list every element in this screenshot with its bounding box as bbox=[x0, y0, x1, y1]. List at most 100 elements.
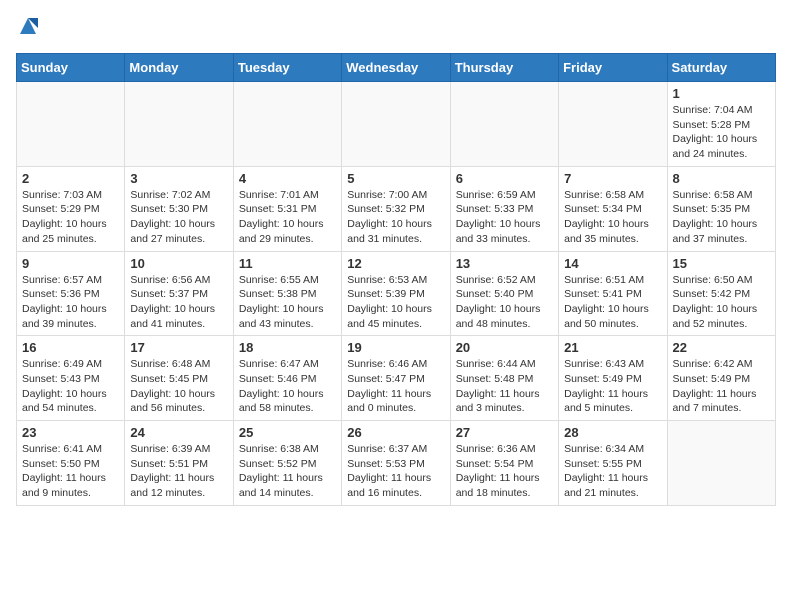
calendar-cell: 16 Sunrise: 6:49 AM Sunset: 5:43 PM Dayli… bbox=[17, 336, 125, 421]
calendar-cell: 28 Sunrise: 6:34 AM Sunset: 5:55 PM Dayli… bbox=[559, 421, 667, 506]
weekday-header-monday: Monday bbox=[125, 54, 233, 82]
day-number: 20 bbox=[456, 340, 553, 355]
calendar-cell: 6 Sunrise: 6:59 AM Sunset: 5:33 PM Daylig… bbox=[450, 166, 558, 251]
day-info: Sunrise: 6:42 AM Sunset: 5:49 PM Dayligh… bbox=[673, 357, 770, 416]
day-info: Sunrise: 6:46 AM Sunset: 5:47 PM Dayligh… bbox=[347, 357, 444, 416]
day-info: Sunrise: 7:04 AM Sunset: 5:28 PM Dayligh… bbox=[673, 103, 770, 162]
day-number: 14 bbox=[564, 256, 661, 271]
day-info: Sunrise: 6:55 AM Sunset: 5:38 PM Dayligh… bbox=[239, 273, 336, 332]
calendar-cell: 3 Sunrise: 7:02 AM Sunset: 5:30 PM Daylig… bbox=[125, 166, 233, 251]
calendar-cell: 20 Sunrise: 6:44 AM Sunset: 5:48 PM Dayli… bbox=[450, 336, 558, 421]
calendar-cell: 12Sunrise: 6:53 AM Sunset: 5:39 PM Dayli… bbox=[342, 251, 450, 336]
calendar-cell: 14 Sunrise: 6:51 AM Sunset: 5:41 PM Dayli… bbox=[559, 251, 667, 336]
day-info: Sunrise: 6:39 AM Sunset: 5:51 PM Dayligh… bbox=[130, 442, 227, 501]
day-number: 2 bbox=[22, 171, 119, 186]
calendar-cell: 18 Sunrise: 6:47 AM Sunset: 5:46 PM Dayli… bbox=[233, 336, 341, 421]
day-info: Sunrise: 6:50 AM Sunset: 5:42 PM Dayligh… bbox=[673, 273, 770, 332]
day-info: Sunrise: 6:36 AM Sunset: 5:54 PM Dayligh… bbox=[456, 442, 553, 501]
weekday-header-row: SundayMondayTuesdayWednesdayThursdayFrid… bbox=[17, 54, 776, 82]
day-info: Sunrise: 6:52 AM Sunset: 5:40 PM Dayligh… bbox=[456, 273, 553, 332]
day-number: 5 bbox=[347, 171, 444, 186]
day-info: Sunrise: 6:58 AM Sunset: 5:35 PM Dayligh… bbox=[673, 188, 770, 247]
weekday-header-friday: Friday bbox=[559, 54, 667, 82]
calendar-week-row: 16 Sunrise: 6:49 AM Sunset: 5:43 PM Dayli… bbox=[17, 336, 776, 421]
calendar-cell: 25 Sunrise: 6:38 AM Sunset: 5:52 PM Dayli… bbox=[233, 421, 341, 506]
calendar-week-row: 1 Sunrise: 7:04 AM Sunset: 5:28 PM Daylig… bbox=[17, 82, 776, 167]
calendar-cell: 15Sunrise: 6:50 AM Sunset: 5:42 PM Dayli… bbox=[667, 251, 775, 336]
calendar-cell: 1 Sunrise: 7:04 AM Sunset: 5:28 PM Daylig… bbox=[667, 82, 775, 167]
calendar-cell bbox=[17, 82, 125, 167]
calendar-cell: 2 Sunrise: 7:03 AM Sunset: 5:29 PM Daylig… bbox=[17, 166, 125, 251]
day-number: 9 bbox=[22, 256, 119, 271]
calendar-cell: 11 Sunrise: 6:55 AM Sunset: 5:38 PM Dayli… bbox=[233, 251, 341, 336]
day-number: 18 bbox=[239, 340, 336, 355]
day-number: 25 bbox=[239, 425, 336, 440]
day-number: 16 bbox=[22, 340, 119, 355]
day-number: 8 bbox=[673, 171, 770, 186]
page-header bbox=[16, 16, 776, 41]
day-info: Sunrise: 6:51 AM Sunset: 5:41 PM Dayligh… bbox=[564, 273, 661, 332]
day-info: Sunrise: 6:48 AM Sunset: 5:45 PM Dayligh… bbox=[130, 357, 227, 416]
calendar-cell bbox=[125, 82, 233, 167]
day-number: 10 bbox=[130, 256, 227, 271]
weekday-header-thursday: Thursday bbox=[450, 54, 558, 82]
day-number: 24 bbox=[130, 425, 227, 440]
day-number: 26 bbox=[347, 425, 444, 440]
day-info: Sunrise: 6:59 AM Sunset: 5:33 PM Dayligh… bbox=[456, 188, 553, 247]
calendar-cell: 8 Sunrise: 6:58 AM Sunset: 5:35 PM Daylig… bbox=[667, 166, 775, 251]
calendar-cell bbox=[342, 82, 450, 167]
calendar-cell: 4 Sunrise: 7:01 AM Sunset: 5:31 PM Daylig… bbox=[233, 166, 341, 251]
day-info: Sunrise: 6:47 AM Sunset: 5:46 PM Dayligh… bbox=[239, 357, 336, 416]
day-info: Sunrise: 6:58 AM Sunset: 5:34 PM Dayligh… bbox=[564, 188, 661, 247]
day-info: Sunrise: 6:41 AM Sunset: 5:50 PM Dayligh… bbox=[22, 442, 119, 501]
calendar-cell bbox=[667, 421, 775, 506]
calendar-cell: 21 Sunrise: 6:43 AM Sunset: 5:49 PM Dayli… bbox=[559, 336, 667, 421]
calendar-cell: 23 Sunrise: 6:41 AM Sunset: 5:50 PM Dayli… bbox=[17, 421, 125, 506]
day-info: Sunrise: 7:01 AM Sunset: 5:31 PM Dayligh… bbox=[239, 188, 336, 247]
calendar-cell: 26 Sunrise: 6:37 AM Sunset: 5:53 PM Dayli… bbox=[342, 421, 450, 506]
day-number: 13 bbox=[456, 256, 553, 271]
day-info: Sunrise: 6:38 AM Sunset: 5:52 PM Dayligh… bbox=[239, 442, 336, 501]
calendar-cell: 5 Sunrise: 7:00 AM Sunset: 5:32 PM Daylig… bbox=[342, 166, 450, 251]
day-info: Sunrise: 7:03 AM Sunset: 5:29 PM Dayligh… bbox=[22, 188, 119, 247]
calendar-cell: 10 Sunrise: 6:56 AM Sunset: 5:37 PM Dayli… bbox=[125, 251, 233, 336]
day-number: 27 bbox=[456, 425, 553, 440]
calendar-cell: 9Sunrise: 6:57 AM Sunset: 5:36 PM Daylig… bbox=[17, 251, 125, 336]
day-number: 3 bbox=[130, 171, 227, 186]
logo bbox=[16, 16, 38, 41]
day-info: Sunrise: 6:49 AM Sunset: 5:43 PM Dayligh… bbox=[22, 357, 119, 416]
day-number: 17 bbox=[130, 340, 227, 355]
day-number: 19 bbox=[347, 340, 444, 355]
calendar-cell: 17 Sunrise: 6:48 AM Sunset: 5:45 PM Dayli… bbox=[125, 336, 233, 421]
day-number: 12 bbox=[347, 256, 444, 271]
calendar-cell bbox=[450, 82, 558, 167]
day-number: 28 bbox=[564, 425, 661, 440]
calendar-cell: 13 Sunrise: 6:52 AM Sunset: 5:40 PM Dayli… bbox=[450, 251, 558, 336]
logo-icon bbox=[18, 16, 38, 36]
day-info: Sunrise: 7:00 AM Sunset: 5:32 PM Dayligh… bbox=[347, 188, 444, 247]
calendar-cell bbox=[233, 82, 341, 167]
day-info: Sunrise: 6:44 AM Sunset: 5:48 PM Dayligh… bbox=[456, 357, 553, 416]
calendar-cell: 19 Sunrise: 6:46 AM Sunset: 5:47 PM Dayli… bbox=[342, 336, 450, 421]
day-number: 11 bbox=[239, 256, 336, 271]
day-info: Sunrise: 6:43 AM Sunset: 5:49 PM Dayligh… bbox=[564, 357, 661, 416]
weekday-header-saturday: Saturday bbox=[667, 54, 775, 82]
day-number: 4 bbox=[239, 171, 336, 186]
day-info: Sunrise: 7:02 AM Sunset: 5:30 PM Dayligh… bbox=[130, 188, 227, 247]
calendar-cell: 24 Sunrise: 6:39 AM Sunset: 5:51 PM Dayli… bbox=[125, 421, 233, 506]
day-info: Sunrise: 6:56 AM Sunset: 5:37 PM Dayligh… bbox=[130, 273, 227, 332]
logo-text bbox=[16, 16, 38, 41]
day-number: 23 bbox=[22, 425, 119, 440]
day-number: 1 bbox=[673, 86, 770, 101]
weekday-header-tuesday: Tuesday bbox=[233, 54, 341, 82]
day-number: 6 bbox=[456, 171, 553, 186]
day-number: 22 bbox=[673, 340, 770, 355]
day-info: Sunrise: 6:37 AM Sunset: 5:53 PM Dayligh… bbox=[347, 442, 444, 501]
day-number: 7 bbox=[564, 171, 661, 186]
day-info: Sunrise: 6:34 AM Sunset: 5:55 PM Dayligh… bbox=[564, 442, 661, 501]
day-number: 21 bbox=[564, 340, 661, 355]
calendar-week-row: 2 Sunrise: 7:03 AM Sunset: 5:29 PM Daylig… bbox=[17, 166, 776, 251]
calendar-week-row: 9Sunrise: 6:57 AM Sunset: 5:36 PM Daylig… bbox=[17, 251, 776, 336]
weekday-header-wednesday: Wednesday bbox=[342, 54, 450, 82]
calendar-table: SundayMondayTuesdayWednesdayThursdayFrid… bbox=[16, 53, 776, 506]
